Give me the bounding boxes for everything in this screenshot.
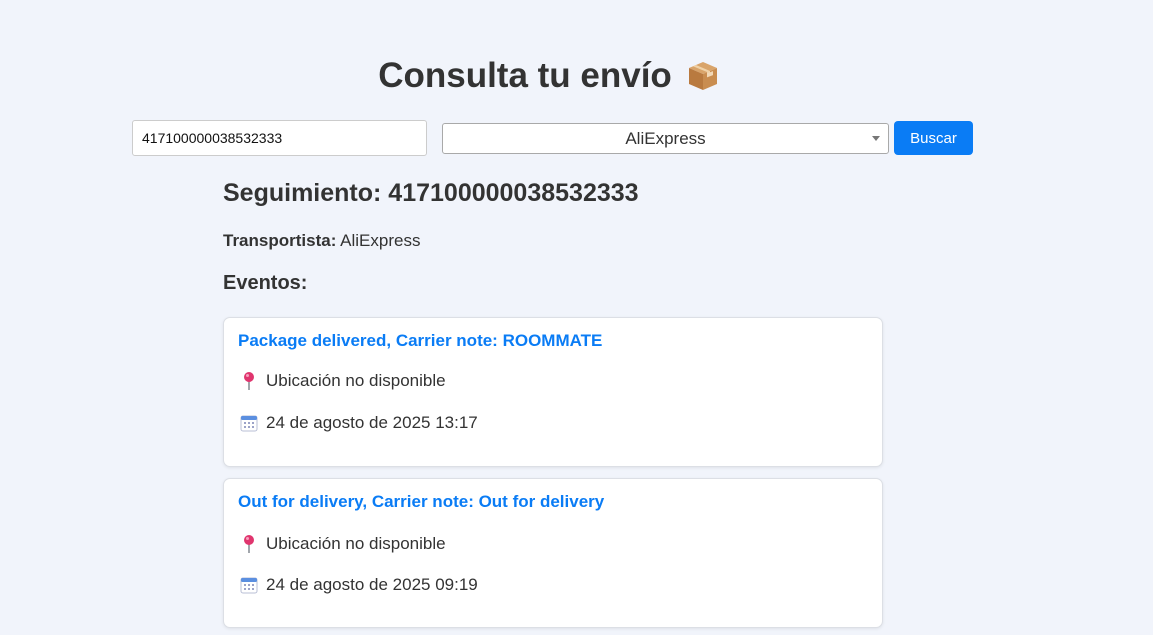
carrier-info: Transportista: AliExpress xyxy=(223,230,883,252)
event-location: Ubicación no disponible xyxy=(240,370,446,392)
tracking-heading: Seguimiento: 417100000038532333 xyxy=(223,176,883,210)
events-heading: Eventos: xyxy=(223,272,308,294)
carrier-select[interactable]: AliExpress xyxy=(442,123,889,154)
event-location: Ubicación no disponible xyxy=(240,533,446,555)
pushpin-icon xyxy=(240,534,258,554)
package-box-icon xyxy=(686,59,720,93)
event-location-text: Ubicación no disponible xyxy=(266,534,446,553)
event-location-text: Ubicación no disponible xyxy=(266,371,446,390)
event-date: 24 de agosto de 2025 13:17 xyxy=(240,412,478,434)
page-title-text: Consulta tu envío xyxy=(378,56,672,95)
page-title: Consulta tu envío xyxy=(0,54,1098,98)
event-date-text: 24 de agosto de 2025 09:19 xyxy=(266,575,478,594)
carrier-info-label: Transportista: xyxy=(223,231,337,250)
event-title: Package delivered, Carrier note: ROOMMAT… xyxy=(238,331,603,350)
tracking-heading-number: 417100000038532333 xyxy=(388,179,639,207)
pushpin-icon xyxy=(240,371,258,391)
chevron-down-icon xyxy=(872,136,880,141)
tracking-result: Seguimiento: 417100000038532333 Transpor… xyxy=(223,176,883,628)
event-date: 24 de agosto de 2025 09:19 xyxy=(240,574,478,596)
carrier-select-value: AliExpress xyxy=(625,128,706,148)
carrier-info-value: AliExpress xyxy=(340,231,421,250)
event-title: Out for delivery, Carrier note: Out for … xyxy=(238,492,605,511)
event-card: Out for delivery, Carrier note: Out for … xyxy=(223,478,883,628)
tracking-heading-prefix: Seguimiento: xyxy=(223,179,382,207)
tracking-number-input[interactable] xyxy=(132,120,427,156)
calendar-icon xyxy=(240,413,258,433)
calendar-icon xyxy=(240,575,258,595)
event-date-text: 24 de agosto de 2025 13:17 xyxy=(266,413,478,432)
search-button[interactable]: Buscar xyxy=(894,121,973,155)
event-card: Package delivered, Carrier note: ROOMMAT… xyxy=(223,317,883,467)
